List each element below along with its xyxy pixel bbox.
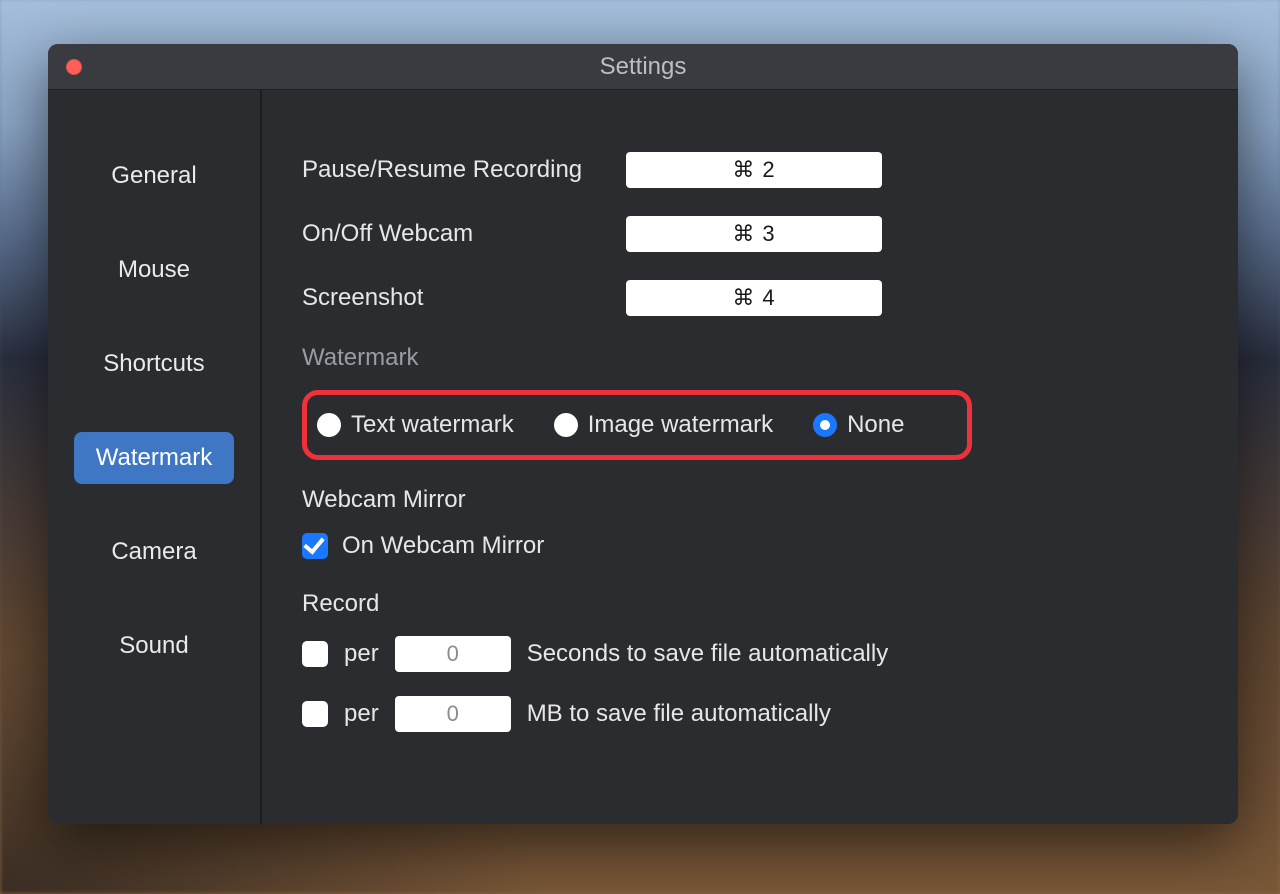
radio-label: Text watermark — [351, 411, 514, 439]
sidebar-item-label: Watermark — [96, 444, 212, 472]
radio-icon — [813, 413, 837, 437]
sidebar-item-label: General — [111, 162, 196, 190]
sidebar: General Mouse Shortcuts Watermark Camera… — [48, 90, 262, 824]
close-icon[interactable] — [66, 59, 82, 75]
checkbox-record-seconds[interactable] — [302, 641, 328, 667]
checkbox-webcam-mirror[interactable] — [302, 533, 328, 559]
sidebar-item-shortcuts[interactable]: Shortcuts — [74, 338, 234, 390]
sidebar-item-label: Sound — [119, 632, 188, 660]
radio-image-watermark[interactable]: Image watermark — [554, 411, 773, 439]
window-body: General Mouse Shortcuts Watermark Camera… — [48, 90, 1238, 824]
shortcut-label: Pause/Resume Recording — [302, 156, 602, 184]
shortcut-input-pause-resume[interactable]: ⌘ 2 — [626, 152, 882, 188]
shortcut-input-screenshot[interactable]: ⌘ 4 — [626, 280, 882, 316]
checkbox-record-mb[interactable] — [302, 701, 328, 727]
sidebar-item-sound[interactable]: Sound — [74, 620, 234, 672]
sidebar-item-mouse[interactable]: Mouse — [74, 244, 234, 296]
watermark-radio-group-highlight: Text watermark Image watermark None — [302, 390, 972, 460]
radio-icon — [554, 413, 578, 437]
record-row-mb: per 0 MB to save file automatically — [302, 696, 1198, 732]
radio-none-watermark[interactable]: None — [813, 411, 904, 439]
sidebar-item-camera[interactable]: Camera — [74, 526, 234, 578]
window-controls — [66, 59, 82, 75]
per-label: per — [344, 640, 379, 668]
section-title-watermark: Watermark — [302, 344, 1198, 372]
radio-text-watermark[interactable]: Text watermark — [317, 411, 514, 439]
settings-window: Settings General Mouse Shortcuts Waterma… — [48, 44, 1238, 824]
shortcut-row-webcam: On/Off Webcam ⌘ 3 — [302, 216, 1198, 252]
content-pane: Pause/Resume Recording ⌘ 2 On/Off Webcam… — [262, 90, 1238, 824]
record-row-seconds: per 0 Seconds to save file automatically — [302, 636, 1198, 672]
sidebar-item-label: Mouse — [118, 256, 190, 284]
sidebar-item-general[interactable]: General — [74, 150, 234, 202]
shortcut-row-pause-resume: Pause/Resume Recording ⌘ 2 — [302, 152, 1198, 188]
per-label: per — [344, 700, 379, 728]
webcam-mirror-row: On Webcam Mirror — [302, 532, 1198, 560]
section-title-webcam-mirror: Webcam Mirror — [302, 486, 1198, 514]
window-title: Settings — [600, 53, 687, 81]
shortcut-row-screenshot: Screenshot ⌘ 4 — [302, 280, 1198, 316]
sidebar-item-label: Camera — [111, 538, 196, 566]
sidebar-item-watermark[interactable]: Watermark — [74, 432, 234, 484]
record-mb-suffix: MB to save file automatically — [527, 700, 831, 728]
radio-label: None — [847, 411, 904, 439]
record-seconds-suffix: Seconds to save file automatically — [527, 640, 889, 668]
titlebar: Settings — [48, 44, 1238, 90]
shortcut-label: Screenshot — [302, 284, 602, 312]
input-record-mb[interactable]: 0 — [395, 696, 511, 732]
radio-label: Image watermark — [588, 411, 773, 439]
shortcut-input-webcam[interactable]: ⌘ 3 — [626, 216, 882, 252]
checkbox-label: On Webcam Mirror — [342, 532, 544, 560]
radio-icon — [317, 413, 341, 437]
shortcut-label: On/Off Webcam — [302, 220, 602, 248]
input-record-seconds[interactable]: 0 — [395, 636, 511, 672]
section-title-record: Record — [302, 590, 1198, 618]
sidebar-item-label: Shortcuts — [103, 350, 204, 378]
